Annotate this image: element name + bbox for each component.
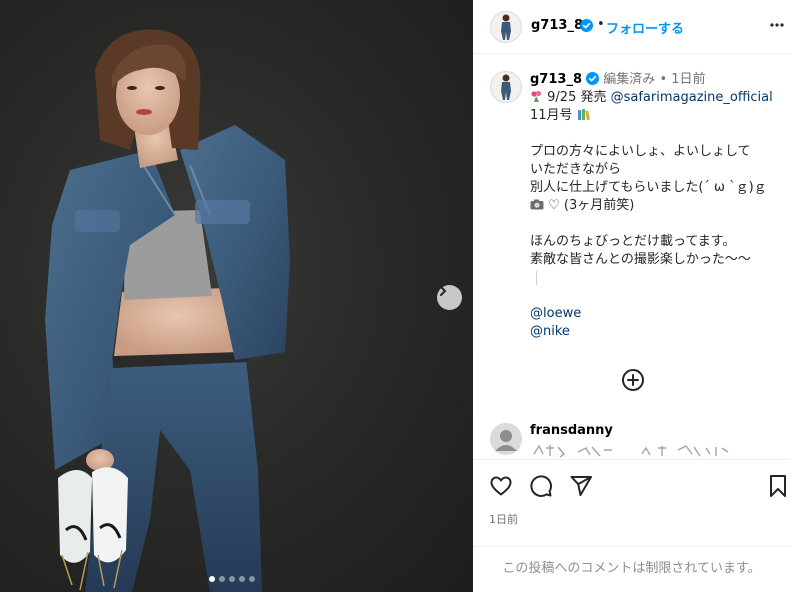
caption-author-avatar[interactable] [490, 71, 522, 103]
mention-loewe[interactable]: @loewe [530, 306, 581, 321]
like-button[interactable] [489, 474, 513, 502]
caption-text: g713_8 編集済み • 1日前 9/25 発売 @safarimagazin… [530, 71, 780, 341]
post-actions: 1日前 この投稿へのコメントは制限されています。 [473, 459, 790, 589]
post-photo [45, 29, 290, 592]
header-separator: • [597, 17, 605, 32]
next-slide-button[interactable] [437, 285, 462, 310]
carousel-indicator [209, 576, 255, 582]
caption-para1-line: ♡ (3ヶ月前笑) [548, 198, 635, 213]
caption-para1-line: プロの方々によいしょ、よいしょして [530, 144, 751, 159]
bouquet-emoji-icon [531, 90, 542, 102]
avatar-figure-icon [501, 74, 511, 100]
carousel-dot [239, 576, 245, 582]
obscured-comment-text [533, 444, 729, 458]
post-side-panel: g713_8 • フォローする g713_8 編集済み • 1日前 9/25 発… [473, 0, 790, 592]
verified-badge-icon [586, 72, 600, 85]
more-horizontal-icon [770, 23, 784, 27]
default-avatar-icon [490, 423, 522, 455]
avatar-figure-icon [501, 14, 511, 40]
commenter-username[interactable]: fransdanny [530, 423, 613, 438]
camera-emoji-icon [530, 199, 544, 210]
carousel-dot [209, 576, 215, 582]
caption-para1-line: いただきながら [530, 162, 622, 177]
plus-circle-icon [622, 369, 644, 391]
chevron-right-icon [440, 286, 447, 296]
post-time[interactable]: 1日前 [489, 511, 518, 527]
release-date: 9/25 発売 [547, 90, 611, 105]
follow-button[interactable]: フォローする [606, 18, 684, 37]
send-icon [570, 476, 592, 496]
carousel-dot [219, 576, 225, 582]
author-avatar[interactable] [490, 11, 522, 43]
share-button[interactable] [569, 474, 593, 502]
save-button[interactable] [768, 474, 788, 502]
comment-icon [530, 475, 552, 497]
caption-time[interactable]: 1日前 [671, 72, 705, 87]
carousel-dot [249, 576, 255, 582]
caption-para2-line: ほんのちょびっとだけ載ってます。 [530, 234, 736, 249]
issue-label: 11月号 [530, 108, 573, 123]
author-username[interactable]: g713_8 [531, 18, 583, 33]
edited-label: 編集済み [603, 72, 656, 87]
post-header: g713_8 • フォローする [473, 0, 790, 54]
verified-badge-icon [580, 19, 593, 32]
commenter-avatar[interactable] [490, 423, 522, 455]
emoji-placeholder [536, 271, 537, 285]
load-more-comments-button[interactable] [621, 368, 645, 396]
more-options-button[interactable] [769, 17, 785, 37]
comment-button[interactable] [529, 474, 553, 502]
heart-icon [490, 476, 512, 496]
post-media[interactable] [0, 0, 473, 592]
caption-para1-line: 別人に仕上げてもらいました(´ ω `ｇ)ｇ [530, 180, 767, 195]
caption-para2-line: 素敵な皆さんとの撮影楽しかった〜〜 [530, 252, 751, 267]
meta-separator: • [659, 72, 668, 87]
comments-restricted-notice: この投稿へのコメントは制限されています。 [473, 546, 790, 590]
bookmark-icon [770, 475, 786, 497]
comment-item: fransdanny [473, 420, 790, 460]
mention-safarimagazine[interactable]: @safarimagazine_official [611, 90, 773, 105]
carousel-dot [229, 576, 235, 582]
caption-username[interactable]: g713_8 [530, 72, 582, 87]
mention-nike[interactable]: @nike [530, 324, 570, 339]
caption-scroll-area[interactable]: g713_8 編集済み • 1日前 9/25 発売 @safarimagazin… [473, 55, 790, 458]
books-emoji-icon [577, 109, 590, 121]
